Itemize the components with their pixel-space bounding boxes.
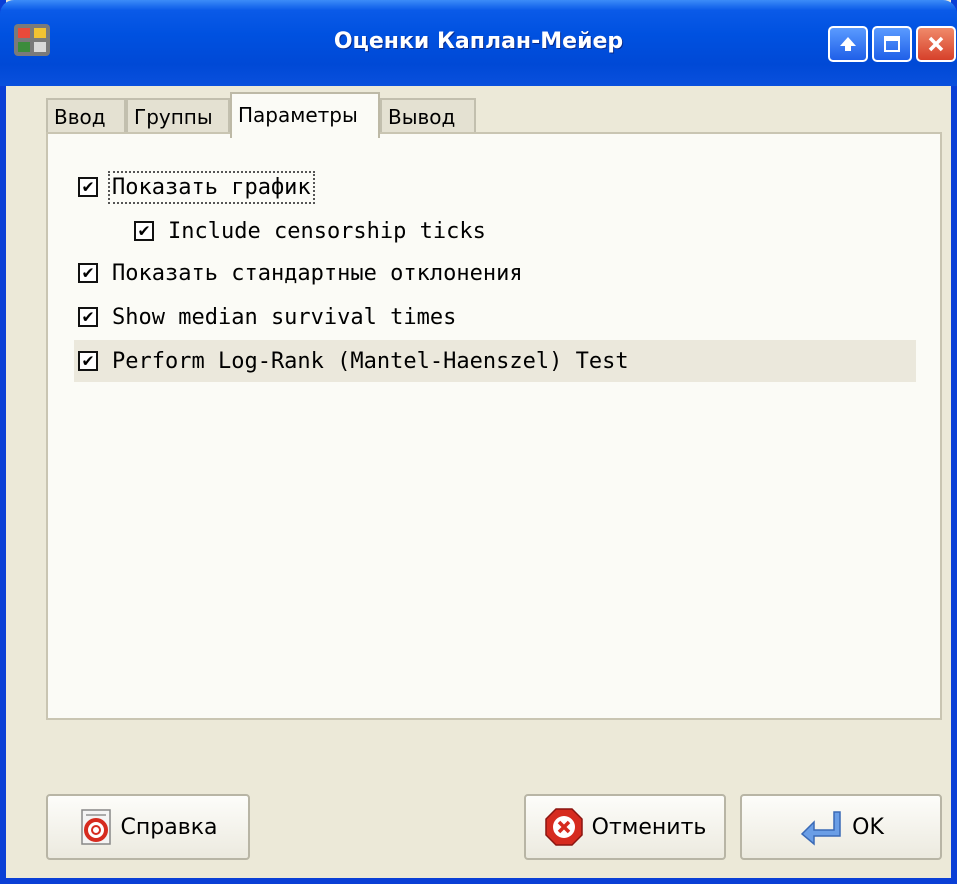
- checkmark-icon: ✔: [82, 350, 94, 371]
- checkbox[interactable]: ✔: [78, 263, 98, 283]
- maximize-icon: [884, 36, 900, 52]
- ok-label: OK: [852, 814, 884, 840]
- tab-parameters[interactable]: Параметры: [230, 92, 380, 138]
- checkbox[interactable]: ✔: [78, 307, 98, 327]
- enter-arrow-icon: [801, 811, 841, 846]
- close-button[interactable]: [916, 26, 956, 62]
- ok-button[interactable]: OK: [740, 794, 942, 860]
- tab-input[interactable]: Ввод: [46, 98, 126, 136]
- minimize-button[interactable]: [828, 26, 868, 62]
- window-title: Оценки Каплан-Мейер: [333, 29, 624, 54]
- option-label: Show median survival times: [112, 304, 457, 330]
- stop-sign-icon: [544, 808, 583, 846]
- checkmark-icon: ✔: [82, 176, 94, 197]
- maximize-button[interactable]: [872, 26, 912, 62]
- cancel-button[interactable]: Отменить: [524, 794, 726, 860]
- option-label: Показать стандартные отклонения: [112, 260, 523, 286]
- arrow-up-icon: [840, 37, 856, 51]
- option-label: Perform Log-Rank (Mantel-Haenszel) Test: [112, 348, 629, 374]
- checkbox[interactable]: ✔: [78, 177, 98, 197]
- option-censorship-ticks[interactable]: ✔ Include censorship ticks: [134, 210, 486, 252]
- checkmark-icon: ✔: [82, 262, 94, 283]
- checkbox[interactable]: ✔: [78, 351, 98, 371]
- checkmark-icon: ✔: [138, 220, 150, 241]
- option-std-deviations[interactable]: ✔ Показать стандартные отклонения: [78, 252, 523, 294]
- option-median-survival[interactable]: ✔ Show median survival times: [78, 296, 456, 338]
- kaplan-meier-dialog: Оценки Каплан-Мейер Ввод Группы Параметр…: [0, 0, 957, 884]
- title-bar[interactable]: Оценки Каплан-Мейер: [0, 0, 957, 86]
- lifebuoy-icon: [80, 809, 111, 845]
- tab-groups[interactable]: Группы: [126, 98, 230, 136]
- cancel-label: Отменить: [591, 814, 707, 840]
- option-log-rank-test[interactable]: ✔ Perform Log-Rank (Mantel-Haenszel) Tes…: [74, 340, 916, 382]
- checkmark-icon: ✔: [82, 306, 94, 327]
- help-label: Справка: [120, 814, 218, 840]
- checkbox[interactable]: ✔: [134, 221, 154, 241]
- option-label: Показать график: [108, 170, 315, 204]
- option-label: Include censorship ticks: [168, 218, 486, 244]
- help-button[interactable]: Справка: [46, 794, 250, 860]
- option-show-graph[interactable]: ✔ Показать график: [78, 166, 315, 208]
- close-icon: [928, 36, 944, 52]
- parameters-panel: ✔ Показать график ✔ Include censorship t…: [46, 132, 942, 720]
- tab-output[interactable]: Вывод: [380, 98, 476, 136]
